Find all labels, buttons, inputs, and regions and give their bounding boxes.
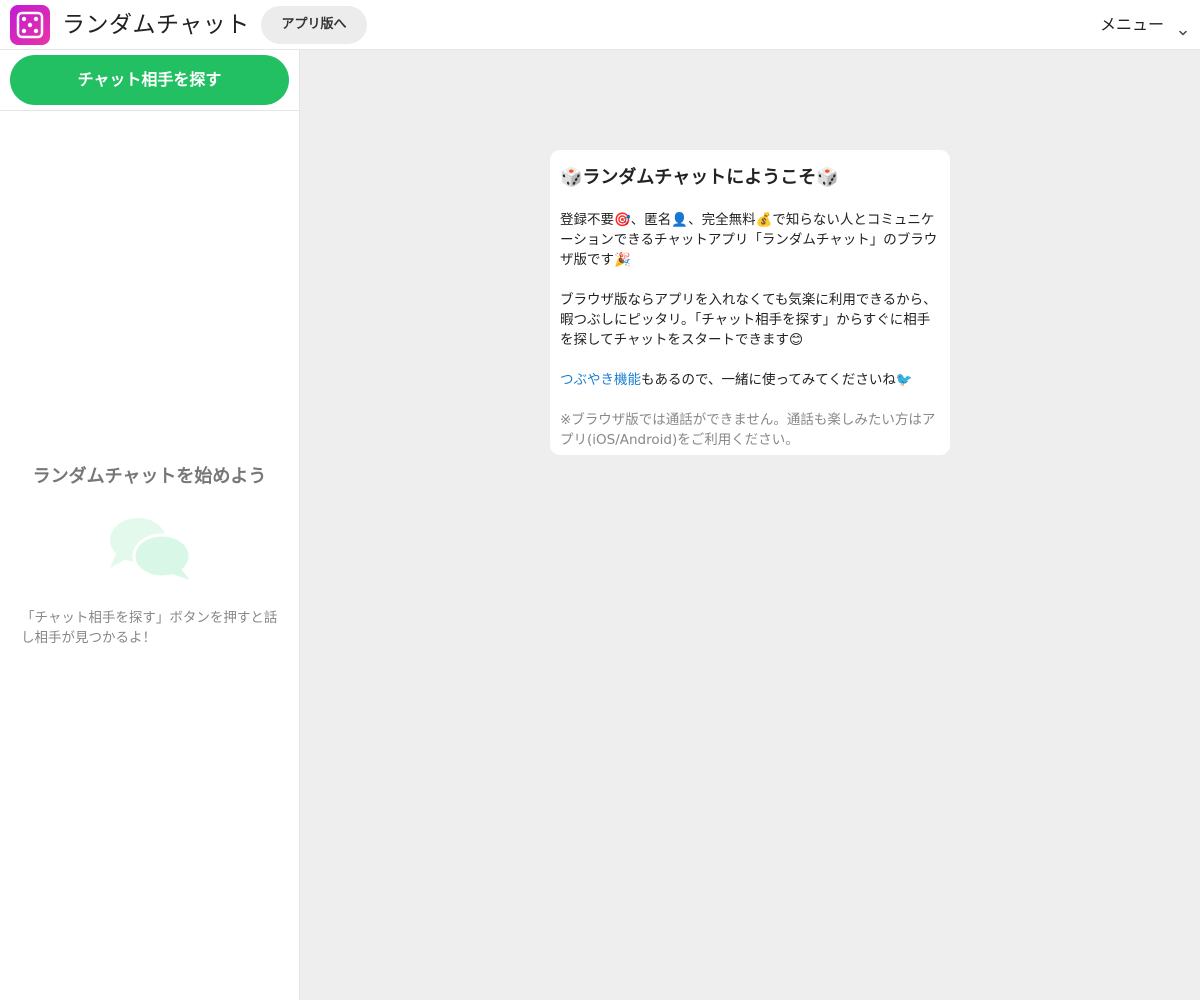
welcome-card: 🎲ランダムチャットにようこそ🎲 登録不要🎯、匿名👤、完全無料💰で知らない人とコミ… (550, 150, 950, 455)
dice-icon[interactable] (10, 5, 50, 45)
welcome-paragraph-3-rest: もあるので、一緒に使ってみてくださいね🐦 (641, 372, 913, 388)
welcome-title: 🎲ランダムチャットにようこそ🎲 (560, 167, 839, 188)
sidebar: チャット相手を探す ランダムチャットを始めよう 「チャット相手を探す」ボタンを押… (0, 50, 300, 1000)
app-header: ランダムチャット アプリ版へ メニュー (0, 0, 1200, 50)
menu-button[interactable]: メニュー (1100, 12, 1188, 38)
empty-state-text: 「チャット相手を探す」ボタンを押すと話し相手が見つかるよ！ (21, 610, 278, 646)
sidebar-divider (0, 110, 299, 111)
browser-note: ※ブラウザ版では通話ができません。通話も楽しみたい方はアプリ(iOS/Andro… (560, 412, 936, 448)
chevron-down-icon (1178, 20, 1188, 36)
welcome-paragraph-2: ブラウザ版ならアプリを入れなくても気楽に利用できるから、暇つぶしにピッタリ。「チ… (560, 292, 937, 348)
app-title[interactable]: ランダムチャット (62, 10, 250, 40)
empty-state-title: ランダムチャットを始めよう (32, 466, 267, 487)
tweet-feature-link[interactable]: つぶやき機能 (560, 372, 641, 388)
find-chat-partner-button[interactable]: チャット相手を探す (10, 55, 289, 105)
welcome-paragraph-3: つぶやき機能もあるので、一緒に使ってみてくださいね🐦 (560, 370, 940, 390)
main-area: 🎲ランダムチャットにようこそ🎲 登録不要🎯、匿名👤、完全無料💰で知らない人とコミ… (300, 50, 1200, 1000)
app-version-button[interactable]: アプリ版へ (261, 6, 367, 44)
menu-label: メニュー (1099, 15, 1164, 34)
welcome-paragraph-1: 登録不要🎯、匿名👤、完全無料💰で知らない人とコミュニケーションできるチャットアプ… (560, 212, 938, 268)
chat-bubbles-icon (106, 514, 194, 584)
